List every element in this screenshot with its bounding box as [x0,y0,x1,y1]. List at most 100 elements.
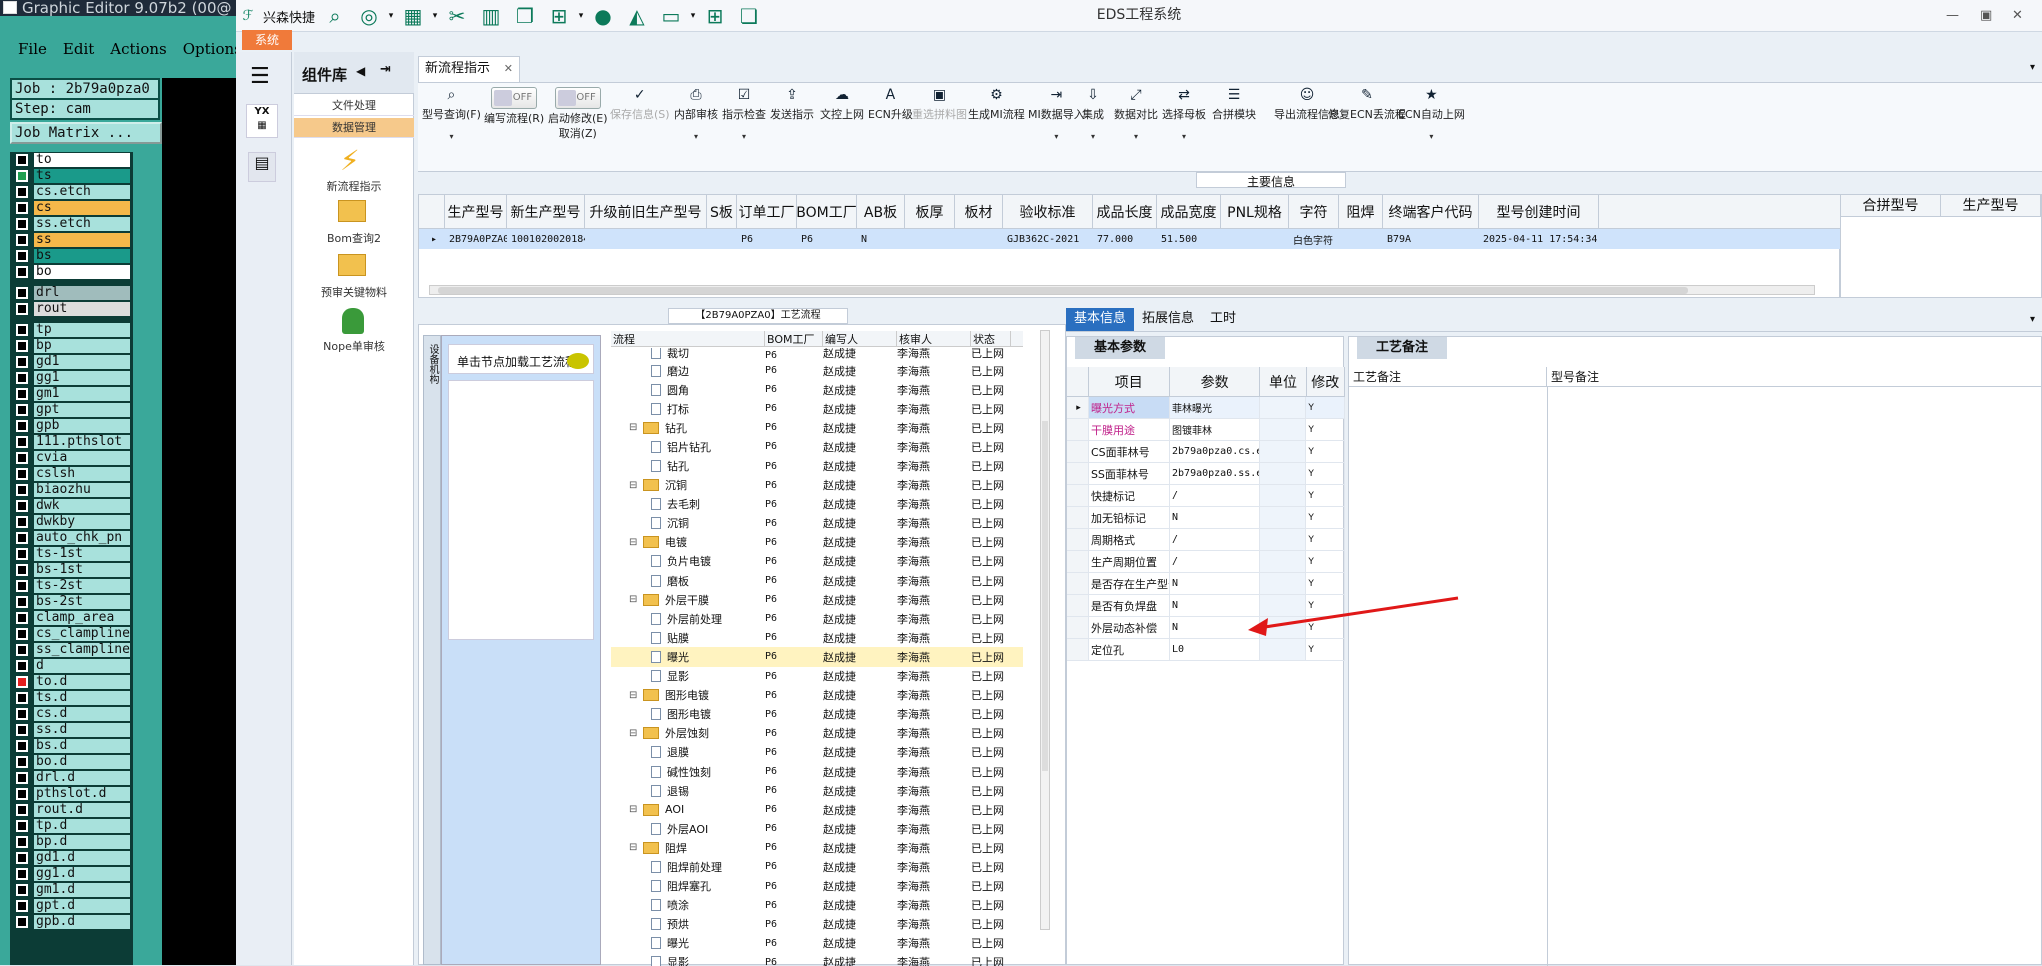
layer-row[interactable]: clamp_area [10,610,133,626]
info-tab[interactable]: 拓展信息 [1134,308,1202,331]
lightning-icon[interactable]: ⚡ [340,144,360,177]
toolbar-button-18[interactable]: ★ ECN自动上网 ▾ [1398,87,1465,141]
layer-checkbox[interactable] [16,836,28,848]
tree-row[interactable]: 磨边 P6 赵成捷 李海燕 已上网 [611,361,1023,380]
param-value[interactable]: 2b79a0pza0.cs.etch [1170,441,1261,462]
tree-node[interactable]: ⊟ AOI [611,803,765,816]
scroll-thumb[interactable] [438,287,1688,294]
toolbar-button-5[interactable]: ☑ 指示检查 ▾ [722,87,766,141]
toolbar-button-8[interactable]: A ECN升级 [868,87,913,122]
tree-row[interactable]: 曝光 P6 赵成捷 李海燕 已上网 [611,934,1023,953]
layer-row[interactable]: to [10,152,133,168]
grid-cell[interactable]: P6 [797,229,857,249]
param-value[interactable]: / [1170,529,1261,550]
search-icon[interactable]: ⌕ [318,2,352,30]
layer-row[interactable]: to.d [10,674,133,690]
column-header[interactable]: AB板 [857,195,905,228]
layer-checkbox[interactable] [16,612,28,624]
nav-item-nope-review[interactable]: Nope单审核 [294,338,414,354]
column-header[interactable]: 新生产型号 [507,195,585,228]
column-header[interactable]: BOM工厂 [797,195,857,228]
layer-checkbox[interactable] [16,234,28,246]
grid-cell[interactable] [905,229,955,249]
toggle-switch[interactable]: OFF [491,87,538,109]
tree-node[interactable]: 显影 [611,668,765,684]
tree-row[interactable]: 沉铜 P6 赵成捷 李海燕 已上网 [611,514,1023,533]
layer-row[interactable]: bs [10,248,133,264]
layer-row[interactable]: ss.etch [10,216,133,232]
layer-row[interactable]: gpb [10,418,133,434]
tree-row[interactable]: 阻焊前处理 P6 赵成捷 李海燕 已上网 [611,857,1023,876]
param-row[interactable]: 生产周期位置 / Y [1067,551,1345,573]
yx-module-icon[interactable]: YX ▦ [246,104,278,138]
chart-icon[interactable]: ◭ [620,2,654,30]
tree-row[interactable]: 磨板 P6 赵成捷 李海燕 已上网 [611,571,1023,590]
param-unit[interactable] [1260,463,1307,484]
tree-node[interactable]: 铝片钻孔 [611,439,765,455]
lifebuoy-icon[interactable]: ◎ [352,2,386,30]
layer-row[interactable]: tp [10,322,133,338]
layer-checkbox[interactable] [16,564,28,576]
nav-item-new-flow[interactable]: 新流程指示 [294,178,414,194]
tree-row[interactable]: 碱性蚀刻 P6 赵成捷 李海燕 已上网 [611,762,1023,781]
layer-row[interactable]: drl [10,285,133,301]
toolbar-button-11[interactable]: ⇥ MI数据导入 ▾ [1028,87,1085,141]
layer-checkbox[interactable] [16,484,28,496]
tree-row[interactable]: ⊟ 阻焊 P6 赵成捷 李海燕 已上网 [611,838,1023,857]
layer-row[interactable]: gm1 [10,386,133,402]
tree-node[interactable]: 曝光 [611,649,765,665]
tree-row[interactable]: 图形电镀 P6 赵成捷 李海燕 已上网 [611,705,1023,724]
collapse-icon[interactable]: ⊟ [629,842,641,853]
layer-checkbox[interactable] [16,580,28,592]
param-column-header[interactable]: 参数 [1170,367,1261,396]
layer-checkbox[interactable] [16,266,28,278]
toolbar-button-1[interactable]: OFF 编写流程(R) [484,87,544,126]
column-header[interactable]: 板厚 [905,195,955,228]
param-row[interactable]: 干膜用途 图镀菲林 Y [1067,419,1345,441]
grid-cell[interactable] [1221,229,1289,249]
tree-node[interactable]: 圆角 [611,382,765,398]
tree-node[interactable]: ⊟ 沉铜 [611,477,765,493]
tab-craft-notes[interactable]: 工艺备注 [1357,337,1447,359]
collapse-icon[interactable]: ⊟ [629,804,641,815]
layer-checkbox[interactable] [16,756,28,768]
layer-checkbox[interactable] [16,868,28,880]
column-header[interactable]: 验收标准 [1003,195,1093,228]
tree-node[interactable]: ⊟ 阻焊 [611,840,765,856]
folder-icon[interactable] [338,254,366,276]
column-header[interactable]: S板 [707,195,737,228]
layer-row[interactable]: gpt [10,402,133,418]
layer-row[interactable]: biaozhu [10,482,133,498]
tree-column-header[interactable]: 状态 [971,331,1011,346]
layer-checkbox[interactable] [16,708,28,720]
grid-cell[interactable]: 77.000 [1093,229,1157,249]
table-icon[interactable]: ▦ [396,2,430,30]
tree-row[interactable]: 打标 P6 赵成捷 李海燕 已上网 [611,399,1023,418]
grid-cell[interactable]: N [857,229,905,249]
layer-checkbox[interactable] [16,692,28,704]
toolbar-button-0[interactable]: ⌕ 型号查询(F) ▾ [422,87,481,141]
graphic-canvas[interactable] [162,78,236,965]
collapse-icon[interactable]: ⊟ [629,537,641,548]
dropdown-icon[interactable]: ▾ [1398,132,1465,141]
collapse-icon[interactable]: ⊟ [629,422,641,433]
column-header[interactable]: 字符 [1289,195,1339,228]
tree-node[interactable]: ⊟ 外层干膜 [611,592,765,608]
layer-checkbox[interactable] [16,287,28,299]
layer-row[interactable]: ts.d [10,690,133,706]
nav-section-data[interactable]: 数据管理 [294,118,414,138]
tree-node[interactable]: 曝光 [611,935,765,951]
toolbar-button-4[interactable]: ⎙ 内部审核 ▾ [674,87,718,141]
param-value[interactable]: / [1170,551,1261,572]
layer-row[interactable]: bs-1st [10,562,133,578]
grid-cell[interactable] [1339,229,1383,249]
column-header[interactable]: 生产型号 [1941,195,2041,216]
tree-node[interactable]: 负片电镀 [611,553,765,569]
layer-row[interactable]: cs_clampline [10,626,133,642]
minimize-button[interactable]: — [1946,8,1959,23]
param-value[interactable]: 图镀菲林 [1170,419,1261,440]
tree-row[interactable]: 曝光 P6 赵成捷 李海燕 已上网 [611,647,1023,667]
toolbar-button-6[interactable]: ⇪ 发送指示 [770,87,814,122]
tab-new-flow[interactable]: 新流程指示 ✕ [418,56,520,82]
collapse-icon[interactable]: ⊟ [629,690,641,701]
